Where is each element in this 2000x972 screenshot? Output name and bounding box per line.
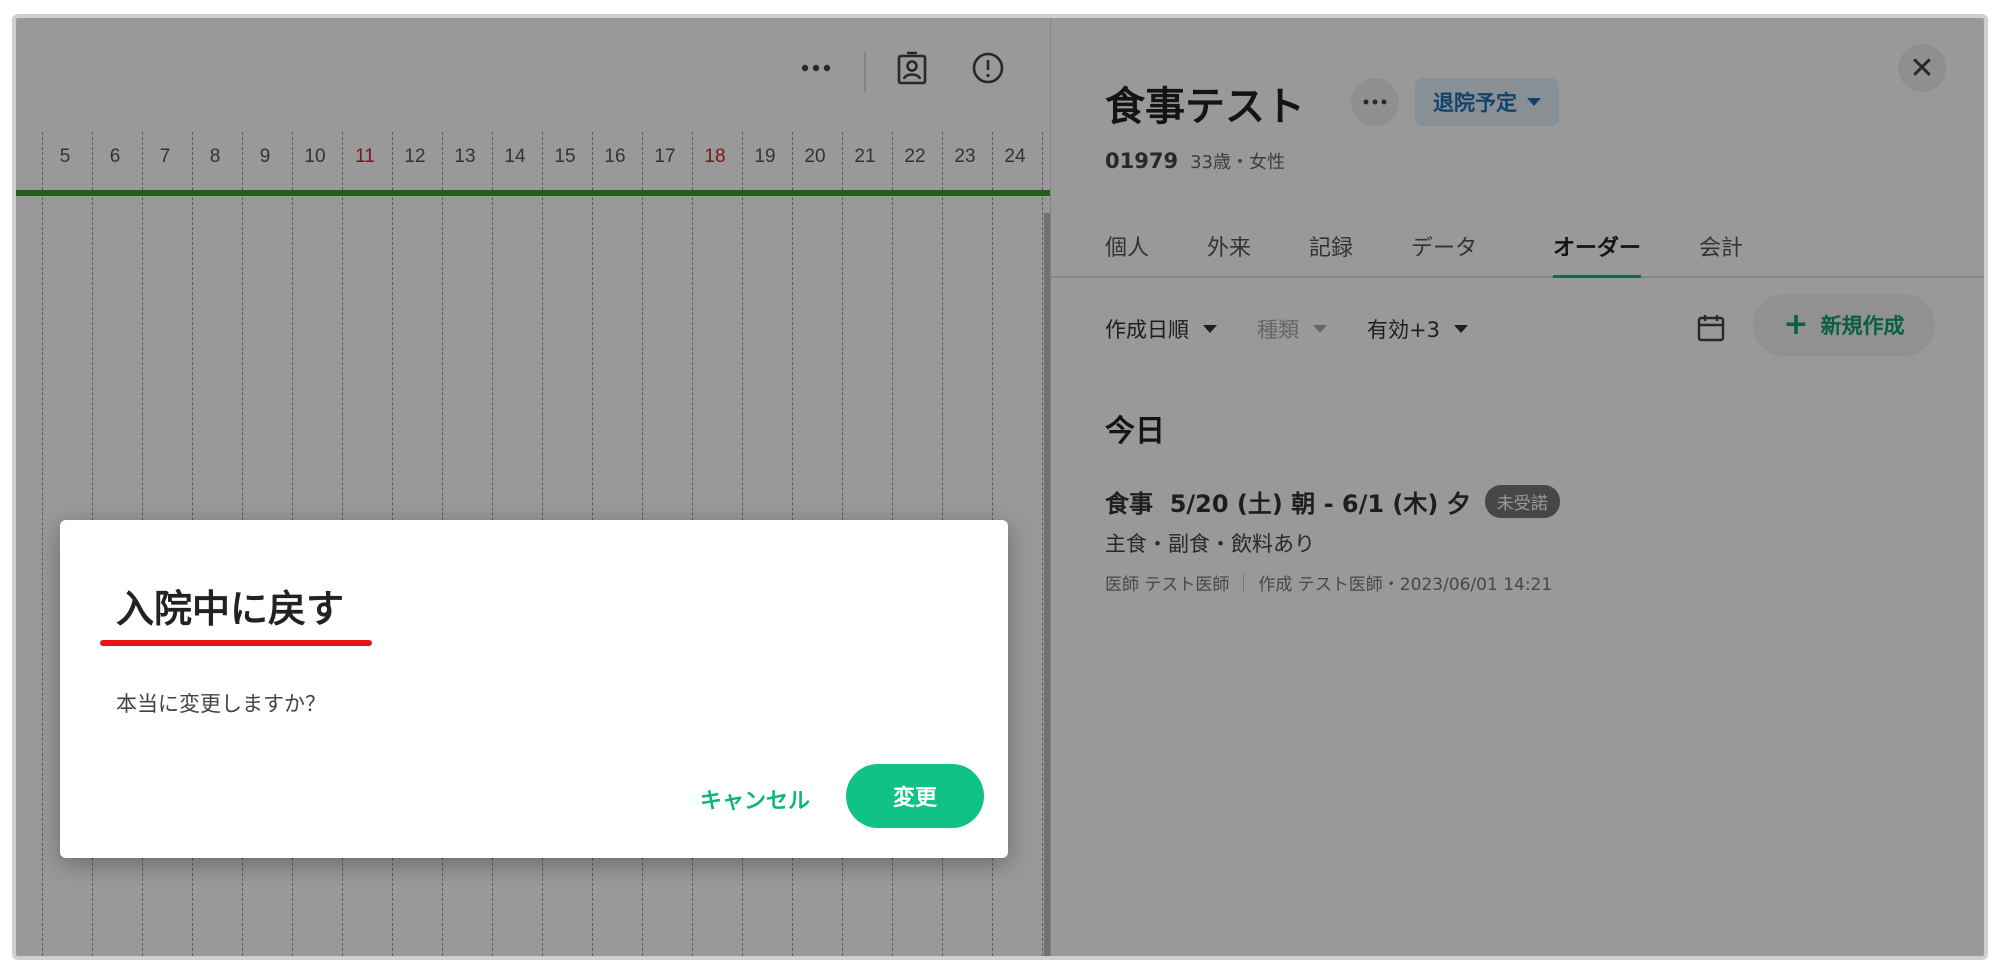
annotation-underline xyxy=(100,640,372,646)
dialog-title: 入院中に戻す xyxy=(116,587,345,631)
app-window: 5 6 7 8 9 10 11 12 13 14 15 16 17 18 19 20 21 22 23 24 ✕ 食事… xyxy=(12,14,1988,960)
confirm-dialog: 入院中に戻す 本当に変更しますか？ キャンセル 変更 xyxy=(60,520,1008,858)
dialog-message: 本当に変更しますか？ xyxy=(116,692,326,716)
cancel-button[interactable]: キャンセル xyxy=(680,770,830,828)
confirm-button[interactable]: 変更 xyxy=(846,764,984,828)
